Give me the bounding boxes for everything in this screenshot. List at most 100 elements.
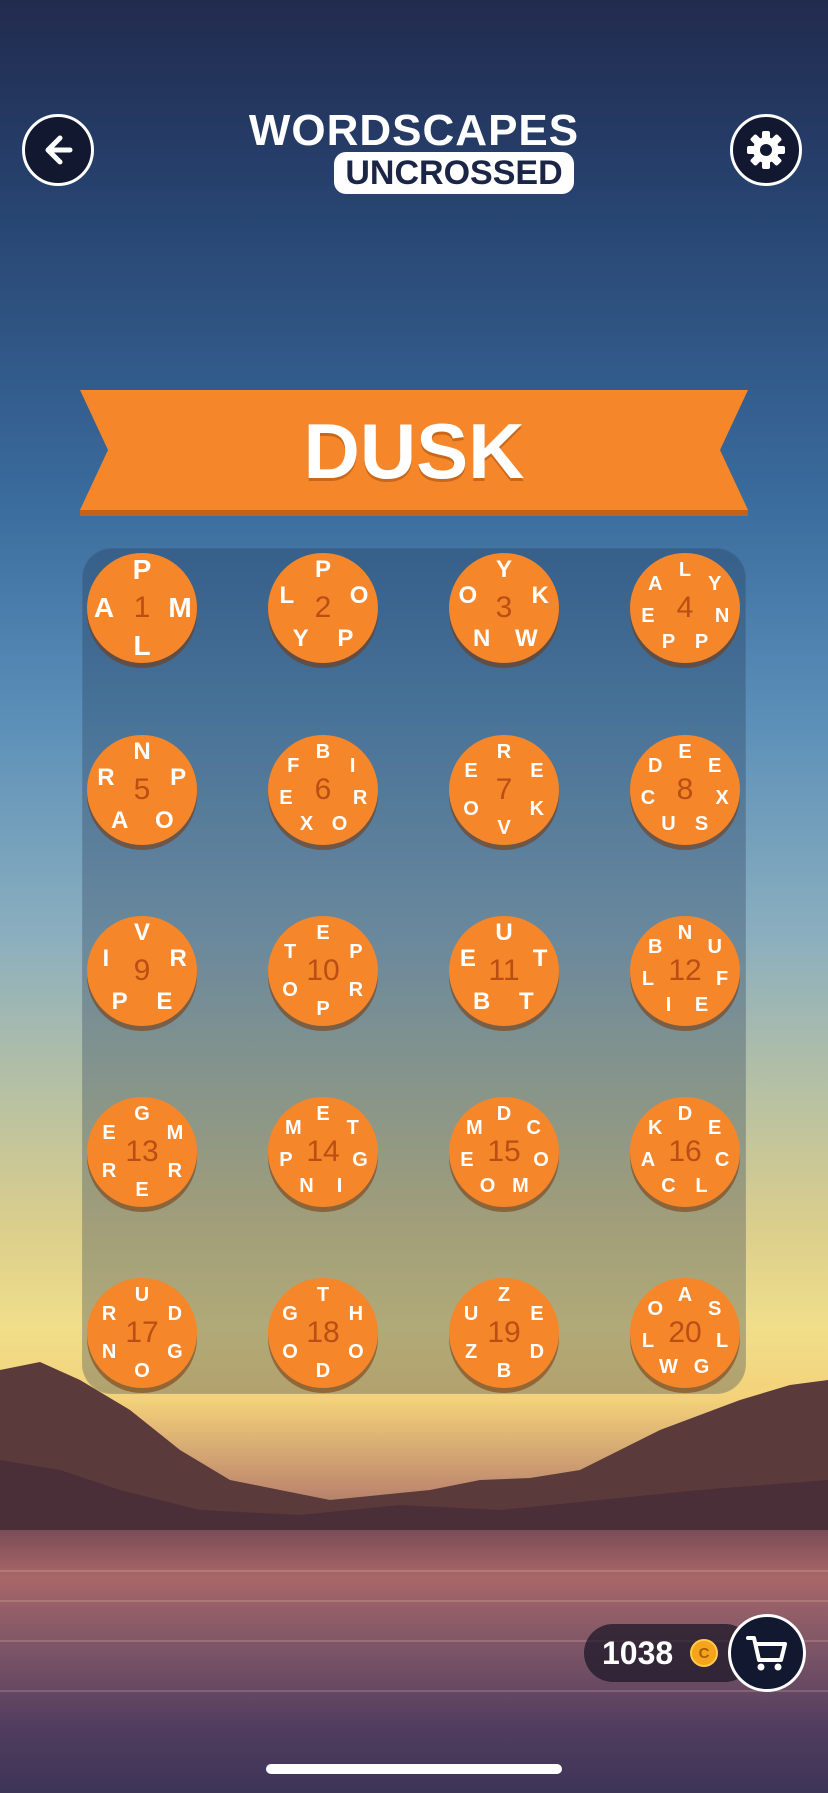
level-button-9[interactable]: 9VREPI [87,916,197,1026]
level-letter: P [314,556,331,583]
back-button[interactable] [22,114,94,186]
level-button-6[interactable]: 6BIROXEF [268,735,378,845]
level-letter: E [279,786,293,809]
level-letter: L [641,1329,655,1352]
level-letter: I [349,754,356,777]
level-letter: E [459,945,476,973]
level-letter: I [336,1174,343,1197]
level-letter: R [101,1302,117,1325]
level-letter: P [111,987,128,1015]
level-letter: E [460,1148,474,1171]
level-letter: U [661,812,676,835]
level-button-11[interactable]: 11 U T T B E [449,916,559,1026]
level-letter: N [299,1174,314,1197]
level-button-10[interactable]: 10 E P R P O T [268,916,378,1026]
level-letter: I [102,945,110,973]
level-letter: P [349,940,363,963]
level-letter: Y [495,556,512,583]
level-letter: O [349,582,369,610]
level-button-14[interactable]: 14 E T G I N P M [268,1097,378,1207]
level-letter: D [315,1359,331,1382]
shopping-cart-icon [746,1636,787,1671]
level-letter: P [694,630,709,653]
level-letter: E [316,1102,330,1125]
level-letter: G [134,1102,150,1125]
level-letter: E [678,740,692,763]
level-button-19[interactable]: 19 Z E D B Z U [449,1278,559,1388]
coin-count: 1038 [602,1634,674,1671]
shop-button[interactable] [728,1614,806,1692]
level-letter: E [464,759,478,782]
level-letter: N [472,624,491,652]
level-letter: E [102,1121,116,1144]
level-letter: D [677,1102,693,1125]
level-button-8[interactable]: 8EEXSUCD [630,735,740,845]
level-letter: M [465,1116,483,1139]
level-letter: Y [708,572,722,595]
level-letter: E [316,921,330,944]
level-letter: V [133,919,150,946]
level-letter: E [530,759,544,782]
level-letter: U [495,919,513,946]
level-letter: D [529,1340,545,1363]
level-letter: R [101,1159,117,1182]
level-button-3[interactable]: 3YKWNO [449,553,559,663]
level-letter: O [479,1174,496,1197]
level-letter: E [135,1178,149,1201]
settings-button[interactable] [730,114,802,186]
level-button-15[interactable]: 15 D C O M O E M [449,1097,559,1207]
level-button-4[interactable]: 4LYNPPEA [630,553,740,663]
level-letter: D [648,754,663,777]
level-letter: U [463,1302,479,1325]
level-letter: W [515,624,538,652]
level-button-7[interactable]: 7REKVOE [449,735,559,845]
level-letter: A [640,1148,656,1171]
level-letter: E [156,987,173,1015]
level-letter: H [348,1302,364,1325]
level-letter: G [167,1340,183,1363]
level-button-2[interactable]: 2POPYL [268,553,378,663]
level-letter: P [170,764,187,792]
level-letter: O [282,978,298,1001]
level-letter: L [279,582,295,610]
level-letter: E [694,993,709,1016]
level-letter: L [678,558,692,581]
level-letter: T [518,987,534,1015]
level-button-5[interactable]: 5NPOAR [87,735,197,845]
gear-icon [747,131,785,169]
level-letter: N [133,738,151,765]
level-letter: K [529,797,545,820]
level-letter: M [284,1116,302,1139]
level-letter: C [661,1174,676,1197]
level-button-12[interactable]: 12 N U F E I L B [630,916,740,1026]
level-letter: W [659,1355,678,1378]
level-letter: L [641,967,655,990]
level-letter: T [532,945,548,973]
level-letter: F [287,754,300,777]
arrow-left-icon [45,135,73,165]
level-letter: O [154,806,174,834]
level-letter: M [168,592,192,623]
level-letter: E [530,1302,544,1325]
level-letter: E [641,604,655,627]
level-letter: A [93,592,115,623]
level-letter: M [166,1121,184,1144]
level-letter: G [693,1355,710,1378]
level-letter: R [348,978,364,1001]
home-indicator [266,1764,562,1774]
level-letter: C [640,786,656,809]
level-button-20[interactable]: 20 A S L G W L O [630,1278,740,1388]
level-letter: U [707,935,722,958]
level-letter: R [169,945,187,973]
level-letter: A [110,806,129,834]
level-letter: R [97,764,115,792]
level-letter: B [472,987,491,1015]
level-button-1[interactable]: 1PMLA [87,553,197,663]
level-button-13[interactable]: 13 G M R E R E [87,1097,197,1207]
level-letter: T [346,1116,359,1139]
level-button-16[interactable]: 16 D E C L C A K [630,1097,740,1207]
level-button-17[interactable]: 17 U D G O N R [87,1278,197,1388]
level-letter: O [134,1359,150,1382]
level-button-18[interactable]: 18 T H O D O G [268,1278,378,1388]
level-letter: N [677,921,693,944]
